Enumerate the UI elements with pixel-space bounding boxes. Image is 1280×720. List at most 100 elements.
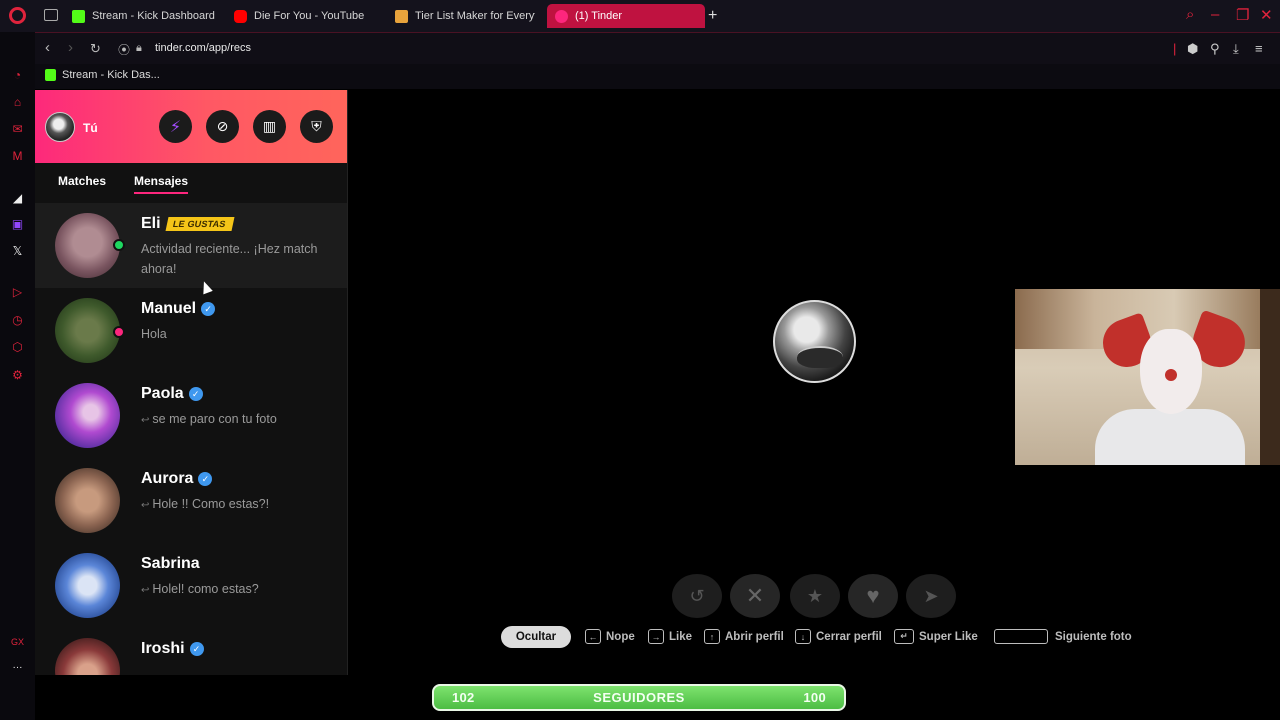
arrow-right-icon: → (648, 629, 664, 644)
portfolio-button[interactable]: ▥ (253, 110, 286, 143)
followers-goal: 100 (803, 690, 826, 705)
followers-current: 102 (452, 690, 475, 705)
gmail-icon[interactable]: M (10, 148, 25, 163)
close-icon[interactable]: ✕ (1260, 6, 1273, 24)
settings-icon[interactable]: ⚙ (10, 367, 25, 382)
messenger-icon[interactable]: ✉ (10, 121, 25, 136)
reply-icon: ↩ (141, 500, 150, 511)
enter-key-icon: ↵ (894, 629, 914, 644)
arrow-down-icon: ↓ (795, 629, 811, 644)
menu-icon[interactable]: ≡ (1255, 41, 1263, 56)
star-icon: ★ (806, 585, 824, 606)
aria-icon[interactable]: ◔ (10, 67, 25, 82)
tab-matches[interactable]: Matches (58, 174, 106, 188)
space-key-icon (994, 629, 1048, 644)
reload-icon[interactable]: ↻ (90, 41, 101, 57)
back-icon[interactable]: ‹ (45, 39, 50, 56)
search-icon[interactable]: ⌕ (1186, 6, 1194, 23)
forward-icon[interactable]: › (68, 39, 73, 56)
avatar (55, 298, 120, 363)
tab-title: (1) Tinder (575, 10, 623, 22)
opera-logo-icon[interactable] (9, 7, 26, 24)
bookmark-kick[interactable]: Stream - Kick Das... (45, 69, 160, 81)
explore-button[interactable]: ⊘ (206, 110, 239, 143)
twitch-icon[interactable]: ▣ (10, 216, 25, 231)
profile-photo[interactable] (773, 300, 856, 383)
like-button[interactable]: ♥ (848, 574, 898, 618)
tab-tier-list[interactable]: Tier List Maker for Everyt (395, 4, 535, 28)
workspaces-icon[interactable] (44, 9, 58, 21)
status-dot (113, 326, 125, 338)
webcam-clown-nose (1165, 369, 1177, 381)
profile-label[interactable]: Tú (83, 121, 98, 135)
boost-send-button[interactable]: ➤ (906, 574, 956, 618)
extensions-icon[interactable]: ⬡ (10, 339, 25, 354)
list-item[interactable]: Sabrina ↩ Holel! como estas? (35, 543, 347, 628)
hint-open-profile: ↑ Abrir perfil (704, 629, 784, 644)
tab-title: Die For You - YouTube (254, 10, 365, 22)
hint-close-profile: ↓ Cerrar perfil (795, 629, 882, 644)
webcam-overlay (1015, 289, 1280, 465)
x-icon[interactable]: 𝕏 (10, 243, 25, 258)
boost-button[interactable]: ⚡︎ (159, 110, 192, 143)
close-x-icon: ✕ (745, 583, 765, 608)
location-icon[interactable]: ⦿ (118, 41, 130, 58)
nope-button[interactable]: ✕ (730, 574, 780, 618)
safety-button[interactable]: ⛨ (300, 110, 333, 143)
avatar[interactable] (45, 112, 75, 142)
match-name-text: Aurora (141, 470, 194, 487)
tab-kick-dashboard[interactable]: Stream - Kick Dashboard (72, 4, 227, 28)
verified-icon: ✓ (188, 387, 203, 401)
super-like-button[interactable]: ★ (790, 574, 840, 618)
tab-title: Tier List Maker for Everyt (415, 10, 535, 22)
hide-hints-button[interactable]: Ocultar (501, 626, 571, 648)
reply-icon: ↩ (141, 415, 150, 426)
restore-icon[interactable]: ❐ (1236, 6, 1249, 24)
message-preview-text: Holel! como estas? (152, 582, 259, 596)
message-preview-text: se me paro con tu foto (152, 412, 277, 426)
tab-youtube[interactable]: Die For You - YouTube (234, 4, 384, 28)
followers-label: SEGUIDORES (593, 690, 685, 705)
message-preview: ↩ Hole !! Como estas?! (141, 494, 341, 516)
speed-dial-icon[interactable]: ⌂ (10, 94, 25, 109)
hint-label: Abrir perfil (725, 630, 784, 643)
download-icon[interactable]: ⤓ (1233, 41, 1239, 57)
match-name-text: Paola (141, 385, 184, 402)
online-status-dot (113, 239, 125, 251)
account-icon[interactable]: ⚲ (1210, 41, 1220, 57)
avatar (55, 468, 120, 533)
app-icon[interactable]: ◢ (10, 190, 25, 205)
player-icon[interactable]: ▷ (10, 284, 25, 299)
hint-label: Cerrar perfil (816, 630, 882, 643)
more-icon[interactable]: ··· (10, 660, 25, 675)
history-icon[interactable]: ◷ (10, 312, 25, 327)
tab-mensajes[interactable]: Mensajes (134, 174, 189, 194)
webcam-shelf (1260, 289, 1280, 465)
message-preview-text: Hole !! Como estas?! (152, 497, 270, 511)
lock-icon[interactable]: 🔒︎ (136, 42, 142, 55)
verified-icon: ✓ (198, 472, 213, 486)
hint-next-photo: Siguiente foto (994, 629, 1132, 644)
divider-icon: | (1173, 41, 1177, 56)
arrow-left-icon: ← (585, 629, 601, 644)
gx-icon[interactable]: GX (10, 634, 25, 649)
message-preview: ↩ se me paro con tu foto (141, 409, 341, 431)
list-item[interactable]: Eli LE GUSTAS Actividad reciente... ¡Hez… (35, 203, 347, 288)
list-item[interactable]: Aurora ✓ ↩ Hole !! Como estas?! (35, 458, 347, 543)
new-tab-button[interactable]: + (708, 7, 717, 25)
minimize-icon[interactable]: – (1211, 6, 1219, 23)
avatar (55, 213, 120, 278)
list-item[interactable]: Paola ✓ ↩ se me paro con tu foto (35, 373, 347, 458)
url-field[interactable]: tinder.com/app/recs (155, 42, 251, 54)
message-preview: Actividad reciente... ¡Hez match ahora! (141, 242, 318, 276)
avatar (55, 383, 120, 448)
list-item[interactable]: Manuel ✓ Hola (35, 288, 347, 373)
rewind-button[interactable]: ↺ (672, 574, 722, 618)
extensions-puzzle-icon[interactable]: ⬢ (1187, 41, 1198, 57)
arrow-up-icon: ↑ (704, 629, 720, 644)
list-item[interactable]: Iroshi ✓ (35, 628, 347, 675)
match-name: Paola ✓ (141, 385, 203, 403)
message-preview: Hola (141, 327, 167, 341)
tab-tinder[interactable]: (1) Tinder (547, 4, 705, 28)
hint-label: Super Like (919, 630, 978, 643)
